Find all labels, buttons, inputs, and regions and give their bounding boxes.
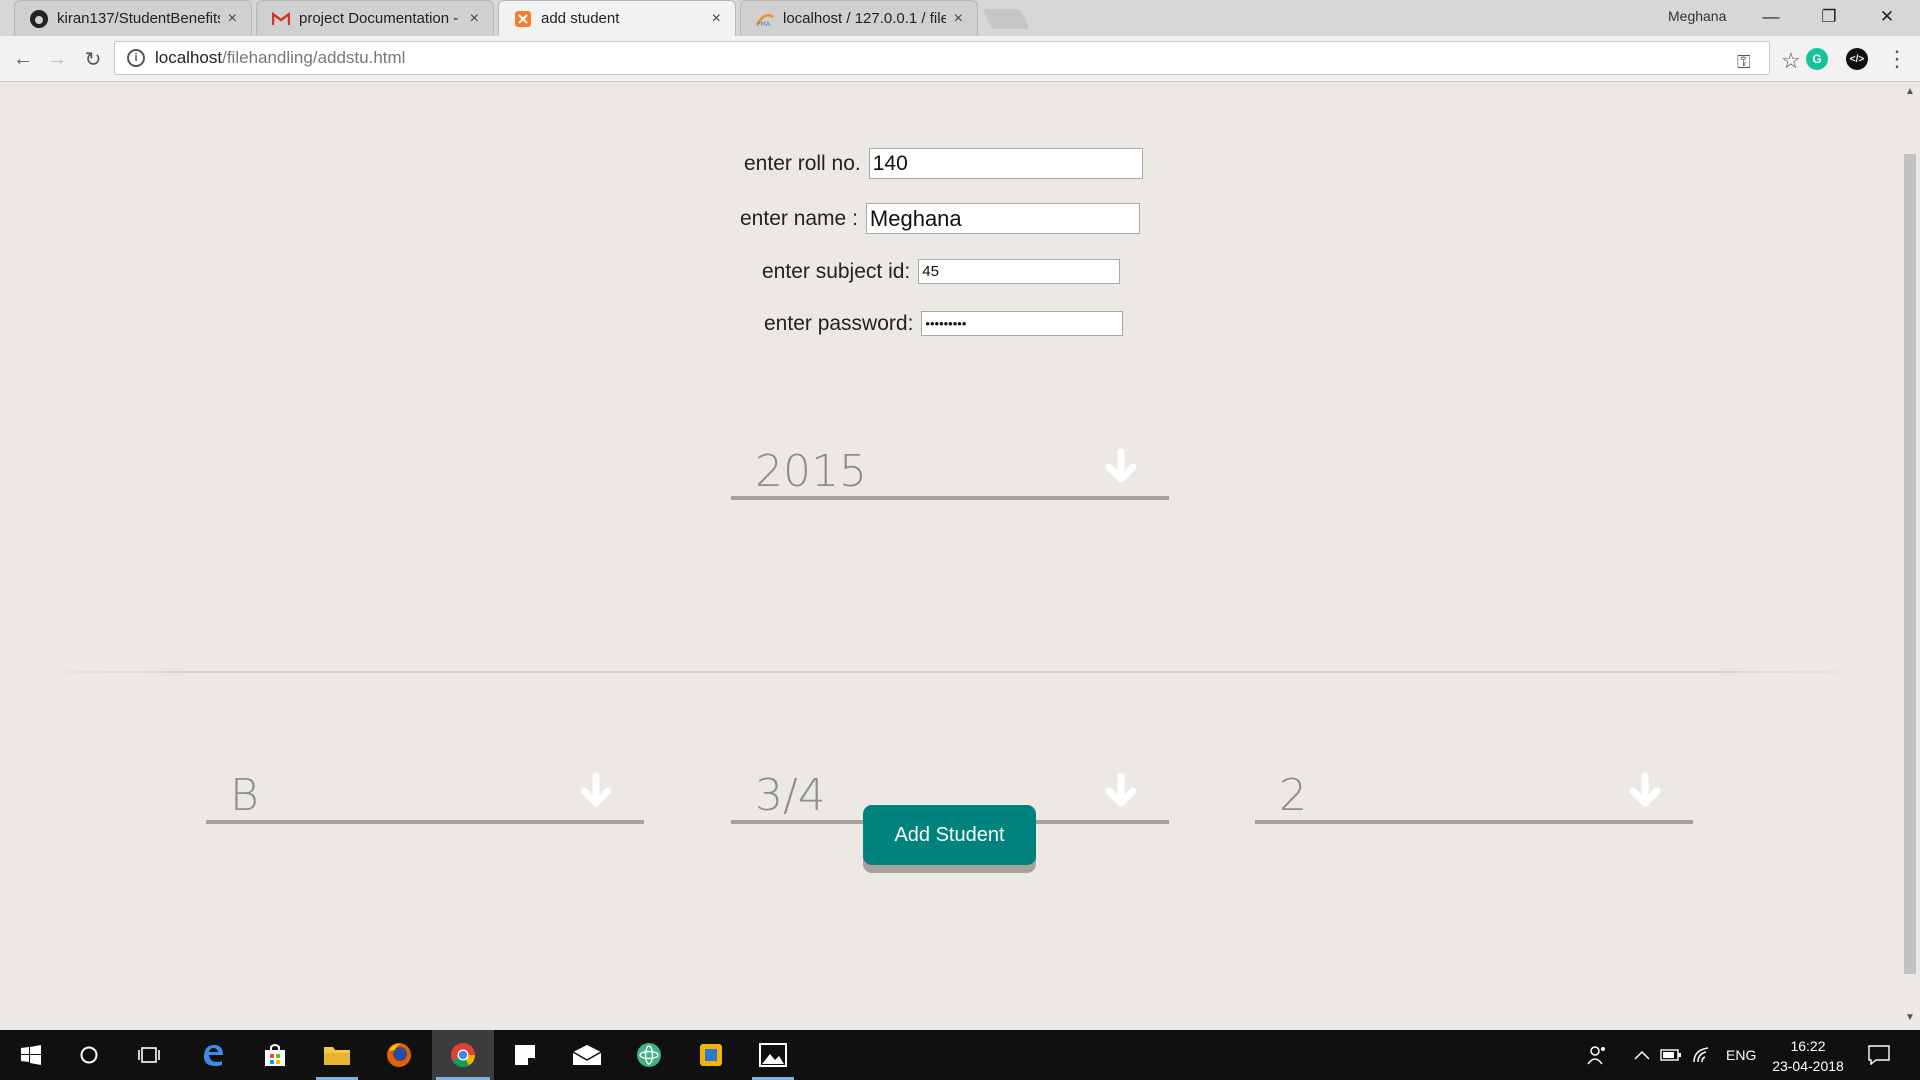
browser-toolbar: ← → ↻ i localhost/filehandling/addstu.ht…: [0, 36, 1920, 82]
name-row: enter name :: [740, 203, 1140, 234]
restore-icon[interactable]: ❐: [1800, 0, 1858, 34]
subject-input[interactable]: [918, 259, 1121, 284]
edge-icon[interactable]: [188, 1030, 238, 1080]
clock-date: 23-04-2018: [1772, 1058, 1844, 1074]
tab-phpmyadmin[interactable]: PMA localhost / 127.0.0.1 / file ×: [740, 0, 978, 36]
sticky-notes-icon[interactable]: [500, 1030, 550, 1080]
tab-github[interactable]: kiran137/StudentBenefits ×: [14, 0, 252, 36]
key-icon[interactable]: ⚿: [1737, 52, 1751, 73]
gmail-icon: [271, 9, 291, 29]
tab-title: add student: [541, 10, 620, 27]
back-arrow-icon[interactable]: ←: [8, 44, 38, 74]
browser-tabstrip: kiran137/StudentBenefits × project Docum…: [0, 0, 1920, 36]
forward-arrow-icon[interactable]: →: [42, 44, 72, 74]
tab-close-icon[interactable]: ×: [228, 10, 237, 28]
name-label: enter name :: [740, 206, 858, 230]
subject-row: enter subject id:: [762, 259, 1121, 284]
search-circle-icon[interactable]: [64, 1030, 114, 1080]
tab-gmail[interactable]: project Documentation - ×: [256, 0, 494, 36]
section-select-value: B: [230, 770, 259, 821]
section-divider: [24, 671, 1876, 673]
chrome-icon[interactable]: [432, 1030, 494, 1080]
atom-app-icon[interactable]: [624, 1030, 674, 1080]
github-icon: [29, 9, 49, 29]
password-row: enter password:: [764, 311, 1124, 336]
third-select-value: 2: [1279, 770, 1307, 821]
tab-title: localhost / 127.0.0.1 / file: [783, 10, 946, 27]
scroll-down-icon[interactable]: ▼: [1905, 1012, 1915, 1023]
url-path: /filehandling/addstu.html: [222, 48, 406, 67]
battery-icon[interactable]: [1660, 1030, 1682, 1080]
info-icon[interactable]: i: [127, 49, 145, 67]
windows-start-icon[interactable]: [6, 1030, 56, 1080]
xampp-icon: [513, 9, 533, 29]
arrow-down-icon: [1105, 448, 1137, 483]
year-select[interactable]: 2015: [731, 430, 1169, 500]
firefox-icon[interactable]: [374, 1030, 424, 1080]
semester-select-value: 3/4: [755, 770, 826, 821]
password-input[interactable]: [921, 311, 1124, 336]
chevron-up-icon[interactable]: [1634, 1030, 1650, 1080]
name-input[interactable]: [865, 203, 1140, 234]
tab-close-icon[interactable]: ×: [954, 10, 963, 28]
password-label: enter password:: [764, 311, 914, 335]
third-select[interactable]: 2: [1255, 754, 1693, 824]
tab-add-student[interactable]: add student ×: [498, 0, 736, 36]
bookmark-star-icon[interactable]: ☆: [1781, 48, 1801, 74]
profile-name[interactable]: Meghana: [1668, 8, 1726, 24]
windows-taskbar: ENG 16:22 23-04-2018: [0, 1030, 1920, 1080]
arrow-down-icon: [1629, 772, 1661, 807]
photos-icon[interactable]: [748, 1030, 798, 1080]
extension-code-icon[interactable]: </>: [1846, 48, 1868, 70]
section-select[interactable]: B: [206, 754, 644, 824]
page-scrollbar[interactable]: ▲ ▼: [1900, 82, 1920, 1030]
language-indicator[interactable]: ENG: [1726, 1030, 1756, 1080]
people-icon[interactable]: [1586, 1030, 1608, 1080]
menu-kebab-icon[interactable]: ⋮: [1882, 44, 1912, 74]
clock[interactable]: 16:22 23-04-2018: [1768, 1036, 1848, 1076]
tab-title: kiran137/StudentBenefits: [57, 10, 220, 27]
reload-icon[interactable]: ↻: [78, 44, 108, 74]
mail-icon[interactable]: [562, 1030, 612, 1080]
file-explorer-icon[interactable]: [312, 1030, 362, 1080]
tab-title: project Documentation -: [299, 10, 459, 27]
roll-label: enter roll no.: [744, 151, 861, 175]
arrow-down-icon: [1105, 772, 1137, 807]
url-host: localhost: [155, 48, 223, 67]
roll-input[interactable]: [868, 148, 1143, 179]
new-tab-button[interactable]: [982, 9, 1030, 29]
address-bar[interactable]: i localhost/filehandling/addstu.html ⚿ ☆: [114, 41, 1801, 75]
subject-label: enter subject id:: [762, 259, 911, 283]
scroll-up-icon[interactable]: ▲: [1905, 86, 1915, 97]
minimize-icon[interactable]: —: [1742, 0, 1800, 34]
phpmyadmin-icon: PMA: [755, 9, 775, 29]
task-view-icon[interactable]: [124, 1030, 174, 1080]
scrollbar-thumb[interactable]: [1904, 154, 1916, 974]
page-content: enter roll no. enter name : enter subjec…: [0, 82, 1900, 1030]
action-center-icon[interactable]: [1868, 1030, 1890, 1080]
svg-text:PMA: PMA: [757, 21, 771, 27]
tab-close-icon[interactable]: ×: [712, 10, 721, 28]
wifi-icon[interactable]: [1692, 1030, 1712, 1080]
add-student-button[interactable]: Add Student: [863, 805, 1036, 865]
store-icon[interactable]: [250, 1030, 300, 1080]
tab-close-icon[interactable]: ×: [470, 10, 479, 28]
close-window-icon[interactable]: ✕: [1858, 0, 1916, 34]
clock-time: 16:22: [1790, 1038, 1826, 1054]
roll-row: enter roll no.: [744, 148, 1143, 179]
year-select-value: 2015: [755, 446, 867, 497]
arrow-down-icon: [580, 772, 612, 807]
grammarly-icon[interactable]: G: [1806, 48, 1828, 70]
virtualbox-icon[interactable]: [686, 1030, 736, 1080]
